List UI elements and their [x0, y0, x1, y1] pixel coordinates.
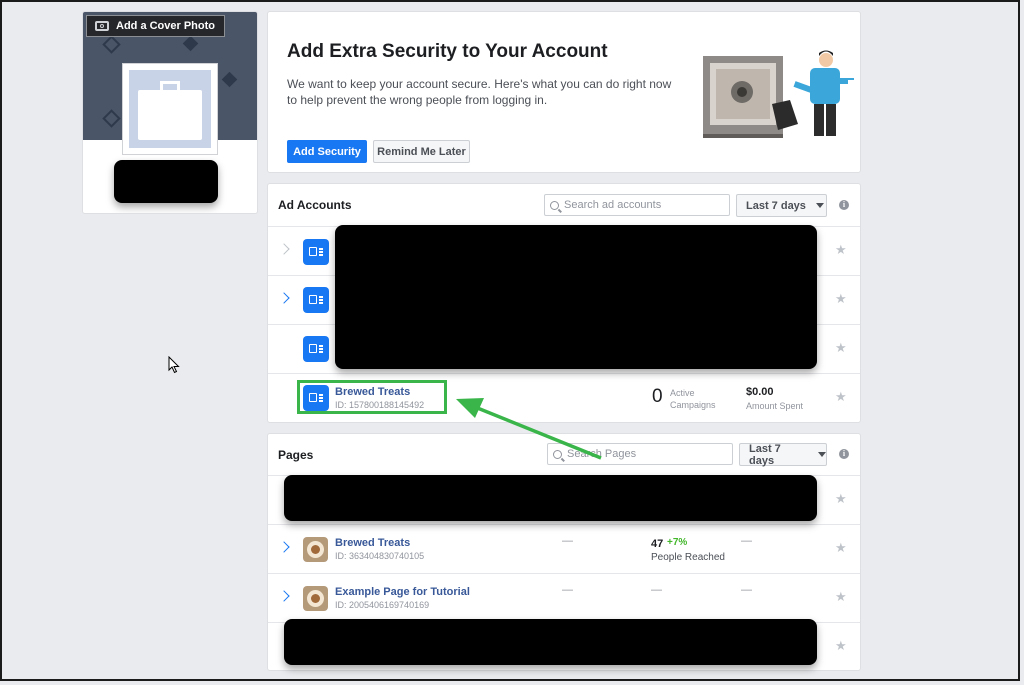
people-reached-change: +7%	[667, 537, 688, 548]
redacted-page-row	[284, 619, 817, 665]
people-reached-label: People Reached	[651, 552, 725, 563]
cover-pattern-shape	[182, 35, 199, 52]
add-cover-photo-button[interactable]: Add a Cover Photo	[86, 15, 226, 37]
page-avatar-icon	[303, 586, 328, 611]
ad-account-icon	[303, 336, 329, 362]
ad-accounts-title: Ad Accounts	[278, 198, 352, 212]
page-id: ID: 2005406169740169	[335, 600, 430, 610]
amount-spent-label: Amount Spent	[746, 401, 804, 411]
page-row-brewed-treats[interactable]: Brewed Treats ID: 363404830740105 — 47 +…	[268, 524, 860, 573]
security-description: We want to keep your account secure. Her…	[287, 77, 672, 107]
security-card: Add Extra Security to Your Account We wa…	[267, 11, 861, 173]
ad-account-icon	[303, 239, 329, 265]
page-metric-empty: —	[651, 584, 662, 596]
highlight-box	[297, 380, 447, 414]
info-icon[interactable]: i	[839, 449, 849, 459]
profile-avatar[interactable]	[122, 63, 218, 155]
cover-pattern-shape	[102, 109, 121, 128]
amount-spent-value: $0.00	[746, 386, 774, 398]
ad-accounts-search[interactable]	[544, 194, 730, 216]
active-campaigns-label-1: Active	[670, 388, 695, 398]
redacted-ad-accounts	[335, 225, 817, 369]
pages-date-range-dropdown[interactable]: Last 7 days	[739, 442, 827, 467]
add-cover-photo-label: Add a Cover Photo	[116, 20, 216, 32]
star-icon[interactable]: ★	[835, 341, 848, 354]
star-icon[interactable]: ★	[835, 292, 848, 305]
pages-search[interactable]	[547, 443, 733, 465]
mouse-cursor-icon	[168, 356, 180, 374]
people-reached-count: 47	[651, 538, 664, 550]
safe-illustration-icon	[703, 50, 858, 138]
ad-accounts-date-range-dropdown[interactable]: Last 7 days	[736, 194, 827, 217]
search-icon	[550, 200, 559, 210]
caret-down-icon	[815, 203, 824, 208]
chevron-right-icon[interactable]	[278, 292, 290, 304]
remind-me-later-button[interactable]: Remind Me Later	[373, 140, 470, 163]
star-icon[interactable]: ★	[835, 243, 848, 256]
security-title: Add Extra Security to Your Account	[287, 41, 608, 62]
page-metric-empty: —	[562, 584, 573, 596]
caret-down-icon	[818, 452, 826, 457]
redacted-page-row	[284, 475, 817, 521]
briefcase-icon	[129, 70, 211, 148]
pages-search-input[interactable]	[567, 448, 717, 460]
page-row-example-page[interactable]: Example Page for Tutorial ID: 2005406169…	[268, 573, 860, 622]
page-metric-empty: —	[562, 535, 573, 547]
profile-card: Add a Cover Photo	[82, 11, 258, 214]
star-icon[interactable]: ★	[835, 590, 848, 603]
date-range-label: Last 7 days	[746, 199, 806, 212]
star-icon[interactable]: ★	[835, 639, 848, 652]
ad-accounts-search-input[interactable]	[564, 199, 714, 211]
page-id: ID: 363404830740105	[335, 551, 425, 561]
star-icon[interactable]: ★	[835, 541, 848, 554]
redacted-profile-name	[114, 160, 218, 203]
cover-pattern-shape	[102, 35, 121, 54]
cover-pattern-shape	[221, 71, 238, 88]
chevron-right-icon[interactable]	[278, 541, 290, 553]
chevron-right-icon[interactable]	[278, 590, 290, 602]
page-metric-empty: —	[741, 584, 752, 596]
star-icon[interactable]: ★	[835, 390, 848, 403]
active-campaigns-count: 0	[652, 386, 663, 407]
page-name[interactable]: Example Page for Tutorial	[335, 586, 470, 598]
active-campaigns-label-2: Campaigns	[670, 400, 716, 410]
page-metric-empty: —	[741, 535, 752, 547]
chevron-right-icon[interactable]	[278, 243, 290, 255]
search-icon	[553, 449, 562, 459]
date-range-label: Last 7 days	[749, 442, 781, 467]
info-icon[interactable]: i	[839, 200, 849, 210]
pages-title: Pages	[278, 448, 314, 462]
add-security-button[interactable]: Add Security	[287, 140, 367, 163]
ad-account-icon	[303, 287, 329, 313]
page-avatar-icon	[303, 537, 328, 562]
page-name[interactable]: Brewed Treats	[335, 537, 410, 549]
camera-icon	[95, 21, 109, 31]
star-icon[interactable]: ★	[835, 492, 848, 505]
